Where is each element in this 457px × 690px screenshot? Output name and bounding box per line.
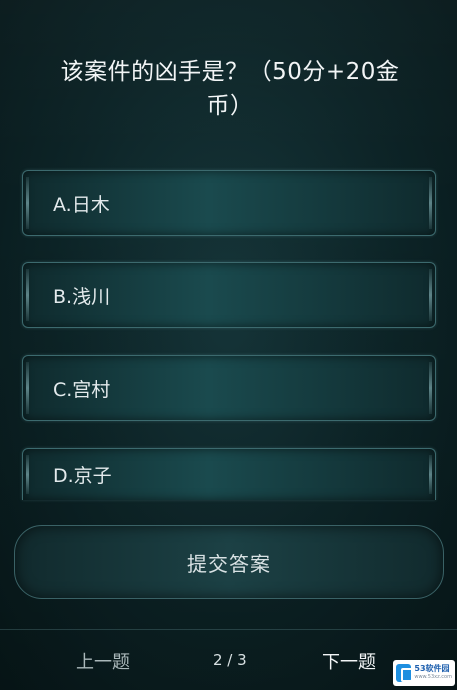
- option-a-label: A.日木: [53, 193, 110, 216]
- option-a-button[interactable]: A.日木: [22, 170, 436, 236]
- watermark-text-block: 53软件园 www.53xz.com: [414, 664, 452, 682]
- page-counter: 2 / 3: [213, 651, 247, 669]
- option-b-button[interactable]: B.浅川: [22, 262, 436, 328]
- watermark-text: 53软件园: [414, 664, 450, 673]
- option-d-button[interactable]: D.京子: [22, 448, 436, 500]
- previous-question-button[interactable]: 上一题: [76, 648, 130, 674]
- submit-answer-button[interactable]: 提交答案: [14, 525, 444, 599]
- option-b-label: B.浅川: [53, 285, 111, 308]
- footer-divider: [0, 629, 457, 630]
- option-c-label: C.宫村: [53, 378, 111, 401]
- watermark-logo-icon: [396, 664, 414, 682]
- question-text: 该案件的凶手是？（50分+20金币）: [60, 59, 400, 119]
- submit-answer-label: 提交答案: [187, 551, 271, 576]
- option-c-button[interactable]: C.宫村: [22, 355, 436, 421]
- watermark-badge: 53软件园 www.53xz.com: [393, 660, 455, 686]
- option-d-label: D.京子: [53, 465, 112, 487]
- watermark-subtext: www.53xz.com: [414, 674, 452, 680]
- next-question-button[interactable]: 下一题: [322, 648, 376, 674]
